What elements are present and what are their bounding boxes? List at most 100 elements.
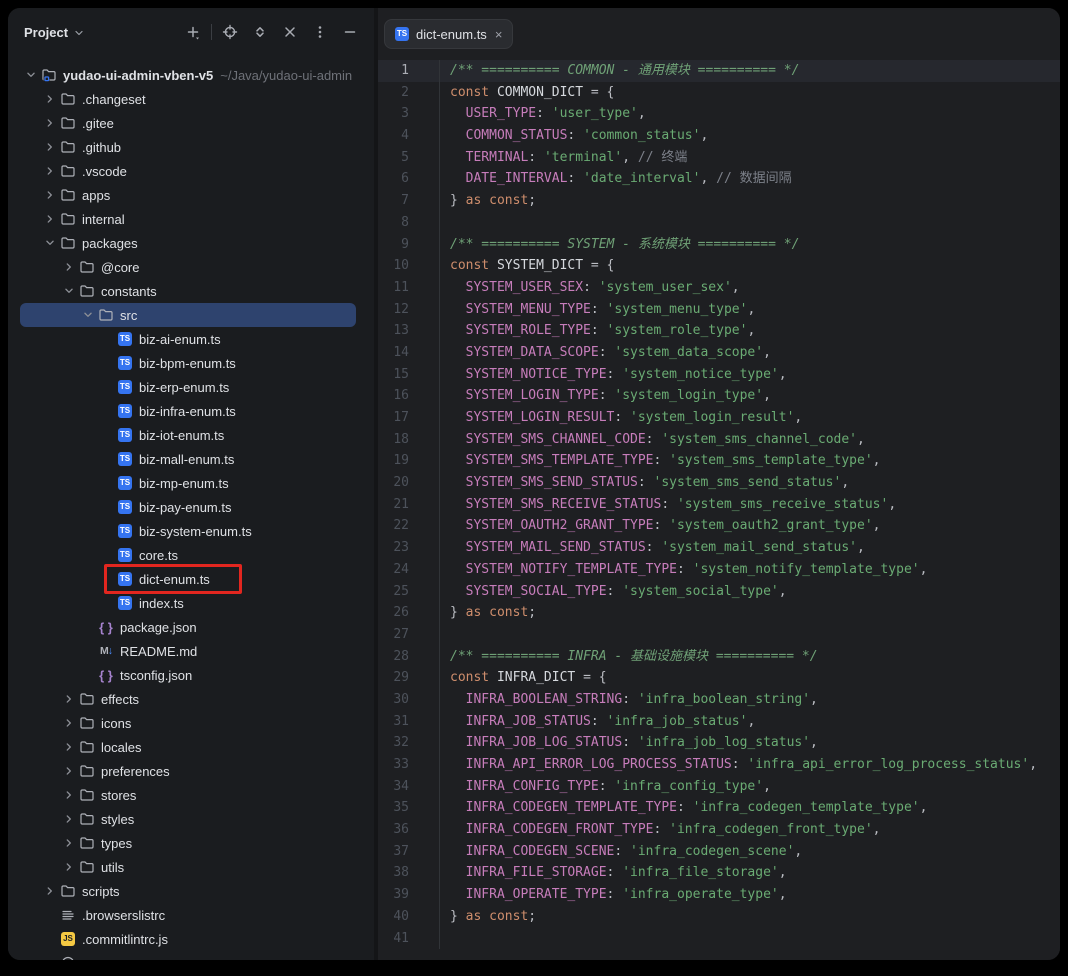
tree-item-biz-ai-enum-ts[interactable]: TSbiz-ai-enum.ts — [8, 327, 374, 351]
tree-item-dict-enum-ts[interactable]: TSdict-enum.ts — [8, 567, 374, 591]
code-line-12[interactable]: 12 SYSTEM_MENU_TYPE: 'system_menu_type', — [378, 299, 1060, 321]
tree-item-icons[interactable]: icons — [8, 711, 374, 735]
code-line-29[interactable]: 29const INFRA_DICT = { — [378, 667, 1060, 689]
chevron-right-icon[interactable] — [41, 114, 59, 132]
tree-item-biz-system-enum-ts[interactable]: TSbiz-system-enum.ts — [8, 519, 374, 543]
code-line-34[interactable]: 34 INFRA_CONFIG_TYPE: 'infra_config_type… — [378, 776, 1060, 798]
line-number[interactable]: 27 — [378, 624, 440, 646]
tree-item-preferences[interactable]: preferences — [8, 759, 374, 783]
tree-item-biz-pay-enum-ts[interactable]: TSbiz-pay-enum.ts — [8, 495, 374, 519]
code-line-24[interactable]: 24 SYSTEM_NOTIFY_TEMPLATE_TYPE: 'system_… — [378, 559, 1060, 581]
line-number[interactable]: 19 — [378, 450, 440, 472]
line-number[interactable]: 15 — [378, 364, 440, 386]
code-line-39[interactable]: 39 INFRA_OPERATE_TYPE: 'infra_operate_ty… — [378, 884, 1060, 906]
code-line-4[interactable]: 4 COMMON_STATUS: 'common_status', — [378, 125, 1060, 147]
chevron-right-icon[interactable] — [41, 186, 59, 204]
code-line-3[interactable]: 3 USER_TYPE: 'user_type', — [378, 103, 1060, 125]
chevron-right-icon[interactable] — [41, 882, 59, 900]
tree-item-scripts[interactable]: scripts — [8, 879, 374, 903]
chevron-down-icon[interactable] — [60, 282, 78, 300]
code-line-38[interactable]: 38 INFRA_FILE_STORAGE: 'infra_file_stora… — [378, 862, 1060, 884]
tree-item-commitlintrc-js[interactable]: JS.commitlintrc.js — [8, 927, 374, 951]
line-number[interactable]: 4 — [378, 125, 440, 147]
line-number[interactable]: 25 — [378, 581, 440, 603]
code-line-5[interactable]: 5 TERMINAL: 'terminal', // 终端 — [378, 147, 1060, 169]
chevron-right-icon[interactable] — [41, 138, 59, 156]
line-number[interactable]: 34 — [378, 776, 440, 798]
code-line-1[interactable]: 1/** ========== COMMON - 通用模块 ==========… — [378, 60, 1060, 82]
add-button[interactable] — [181, 20, 205, 44]
tree-item-types[interactable]: types — [8, 831, 374, 855]
tree-item-constants[interactable]: constants — [8, 279, 374, 303]
tree-item-packages[interactable]: packages — [8, 231, 374, 255]
tree-item-locales[interactable]: locales — [8, 735, 374, 759]
tree-item-gitee[interactable]: .gitee — [8, 111, 374, 135]
line-number[interactable]: 37 — [378, 841, 440, 863]
locate-opened-file-button[interactable] — [218, 20, 242, 44]
code-line-33[interactable]: 33 INFRA_API_ERROR_LOG_PROCESS_STATUS: '… — [378, 754, 1060, 776]
chevron-down-icon[interactable] — [41, 234, 59, 252]
project-tool-window-selector[interactable]: Project — [24, 25, 85, 40]
chevron-down-icon[interactable] — [22, 66, 40, 84]
chevron-down-icon[interactable] — [79, 306, 97, 324]
line-number[interactable]: 5 — [378, 147, 440, 169]
line-number[interactable]: 16 — [378, 385, 440, 407]
chevron-right-icon[interactable] — [41, 210, 59, 228]
line-number[interactable]: 31 — [378, 711, 440, 733]
tree-item-apps[interactable]: apps — [8, 183, 374, 207]
chevron-right-icon[interactable] — [60, 738, 78, 756]
tree-item-vscode[interactable]: .vscode — [8, 159, 374, 183]
line-number[interactable]: 23 — [378, 537, 440, 559]
line-number[interactable]: 10 — [378, 255, 440, 277]
code-line-9[interactable]: 9/** ========== SYSTEM - 系统模块 ==========… — [378, 234, 1060, 256]
code-line-40[interactable]: 40} as const; — [378, 906, 1060, 928]
tree-item-biz-infra-enum-ts[interactable]: TSbiz-infra-enum.ts — [8, 399, 374, 423]
code-line-22[interactable]: 22 SYSTEM_OAUTH2_GRANT_TYPE: 'system_oau… — [378, 515, 1060, 537]
line-number[interactable]: 14 — [378, 342, 440, 364]
line-number[interactable]: 20 — [378, 472, 440, 494]
line-number[interactable]: 32 — [378, 732, 440, 754]
expand-all-button[interactable] — [248, 20, 272, 44]
code-line-8[interactable]: 8 — [378, 212, 1060, 234]
tree-item-biz-iot-enum-ts[interactable]: TSbiz-iot-enum.ts — [8, 423, 374, 447]
tab-dict-enum[interactable]: TS dict-enum.ts × — [384, 19, 513, 49]
code-line-19[interactable]: 19 SYSTEM_SMS_TEMPLATE_TYPE: 'system_sms… — [378, 450, 1060, 472]
code-line-27[interactable]: 27 — [378, 624, 1060, 646]
line-number[interactable]: 12 — [378, 299, 440, 321]
code-line-23[interactable]: 23 SYSTEM_MAIL_SEND_STATUS: 'system_mail… — [378, 537, 1060, 559]
line-number[interactable]: 35 — [378, 797, 440, 819]
code-editor[interactable]: 1/** ========== COMMON - 通用模块 ==========… — [378, 60, 1060, 960]
line-number[interactable]: 40 — [378, 906, 440, 928]
tree-item-biz-mp-enum-ts[interactable]: TSbiz-mp-enum.ts — [8, 471, 374, 495]
chevron-right-icon[interactable] — [60, 762, 78, 780]
tree-item-package-json[interactable]: { }package.json — [8, 615, 374, 639]
line-number[interactable]: 41 — [378, 928, 440, 950]
code-line-25[interactable]: 25 SYSTEM_SOCIAL_TYPE: 'system_social_ty… — [378, 581, 1060, 603]
tree-item-item[interactable] — [8, 951, 374, 960]
line-number[interactable]: 29 — [378, 667, 440, 689]
code-line-17[interactable]: 17 SYSTEM_LOGIN_RESULT: 'system_login_re… — [378, 407, 1060, 429]
line-number[interactable]: 13 — [378, 320, 440, 342]
line-number[interactable]: 24 — [378, 559, 440, 581]
code-line-21[interactable]: 21 SYSTEM_SMS_RECEIVE_STATUS: 'system_sm… — [378, 494, 1060, 516]
line-number[interactable]: 30 — [378, 689, 440, 711]
tree-item-stores[interactable]: stores — [8, 783, 374, 807]
line-number[interactable]: 22 — [378, 515, 440, 537]
code-line-32[interactable]: 32 INFRA_JOB_LOG_STATUS: 'infra_job_log_… — [378, 732, 1060, 754]
line-number[interactable]: 1 — [378, 60, 440, 82]
chevron-right-icon[interactable] — [41, 162, 59, 180]
line-number[interactable]: 18 — [378, 429, 440, 451]
line-number[interactable]: 7 — [378, 190, 440, 212]
tree-item-yudao-ui-admin-vben-v5[interactable]: yudao-ui-admin-vben-v5~/Java/yudao-ui-ad… — [8, 63, 374, 87]
code-line-10[interactable]: 10const SYSTEM_DICT = { — [378, 255, 1060, 277]
line-number[interactable]: 2 — [378, 82, 440, 104]
code-line-18[interactable]: 18 SYSTEM_SMS_CHANNEL_CODE: 'system_sms_… — [378, 429, 1060, 451]
code-line-13[interactable]: 13 SYSTEM_ROLE_TYPE: 'system_role_type', — [378, 320, 1060, 342]
tree-item-tsconfig-json[interactable]: { }tsconfig.json — [8, 663, 374, 687]
line-number[interactable]: 28 — [378, 646, 440, 668]
line-number[interactable]: 11 — [378, 277, 440, 299]
tree-item-src[interactable]: src — [8, 303, 374, 327]
tree-item-readme-md[interactable]: M↓README.md — [8, 639, 374, 663]
code-line-6[interactable]: 6 DATE_INTERVAL: 'date_interval', // 数据间… — [378, 168, 1060, 190]
code-line-30[interactable]: 30 INFRA_BOOLEAN_STRING: 'infra_boolean_… — [378, 689, 1060, 711]
